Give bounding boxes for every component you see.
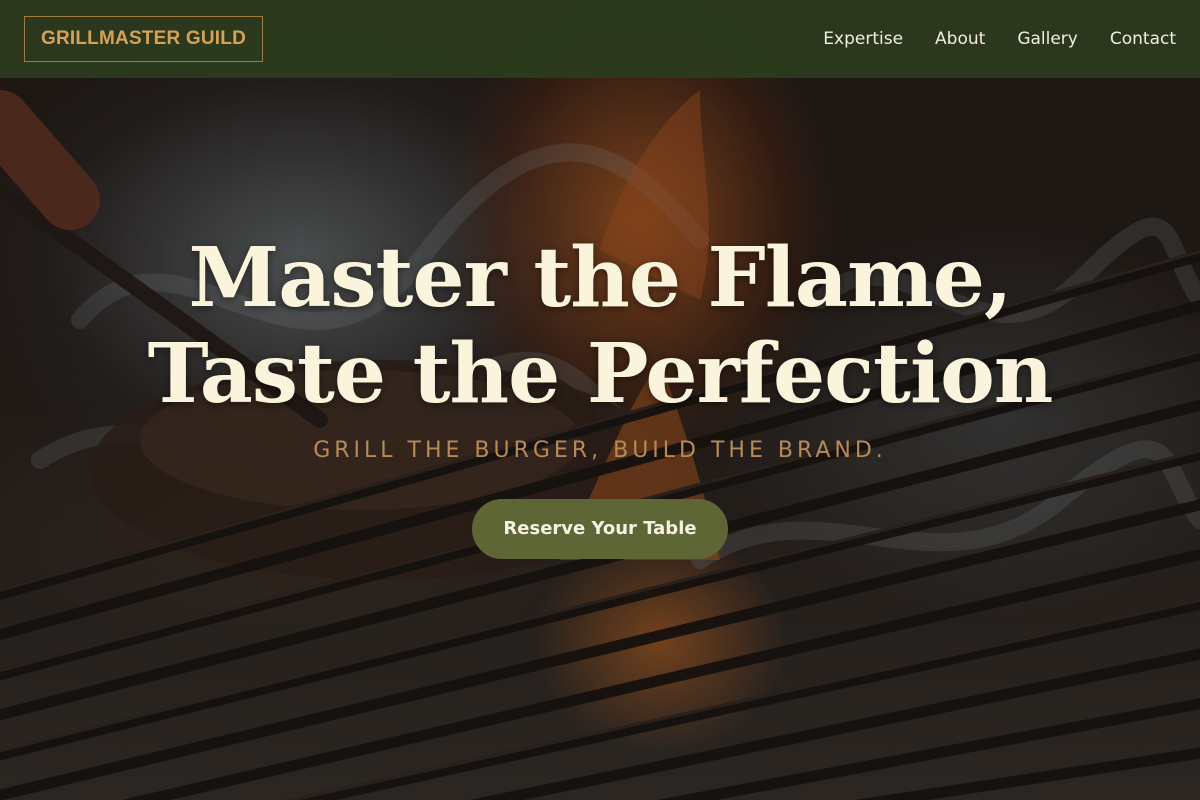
top-navbar: GRILLMASTER GUILD Expertise About Galler… — [0, 0, 1200, 78]
hero-headline-line-1: Master the Flame, — [188, 230, 1012, 326]
hero-section: Master the Flame, Taste the Perfection G… — [0, 230, 1200, 559]
reserve-table-button[interactable]: Reserve Your Table — [472, 499, 728, 559]
nav-link-about[interactable]: About — [935, 29, 985, 49]
nav-link-expertise[interactable]: Expertise — [823, 29, 903, 49]
hero-headline: Master the Flame, Taste the Perfection — [0, 230, 1200, 422]
hero-headline-line-2: Taste the Perfection — [147, 326, 1054, 422]
brand-logo[interactable]: GRILLMASTER GUILD — [24, 16, 263, 62]
main-navigation: Expertise About Gallery Contact — [823, 29, 1176, 49]
nav-link-gallery[interactable]: Gallery — [1017, 29, 1078, 49]
hero-tagline: GRILL THE BURGER, BUILD THE BRAND. — [313, 438, 887, 463]
nav-link-contact[interactable]: Contact — [1110, 29, 1176, 49]
